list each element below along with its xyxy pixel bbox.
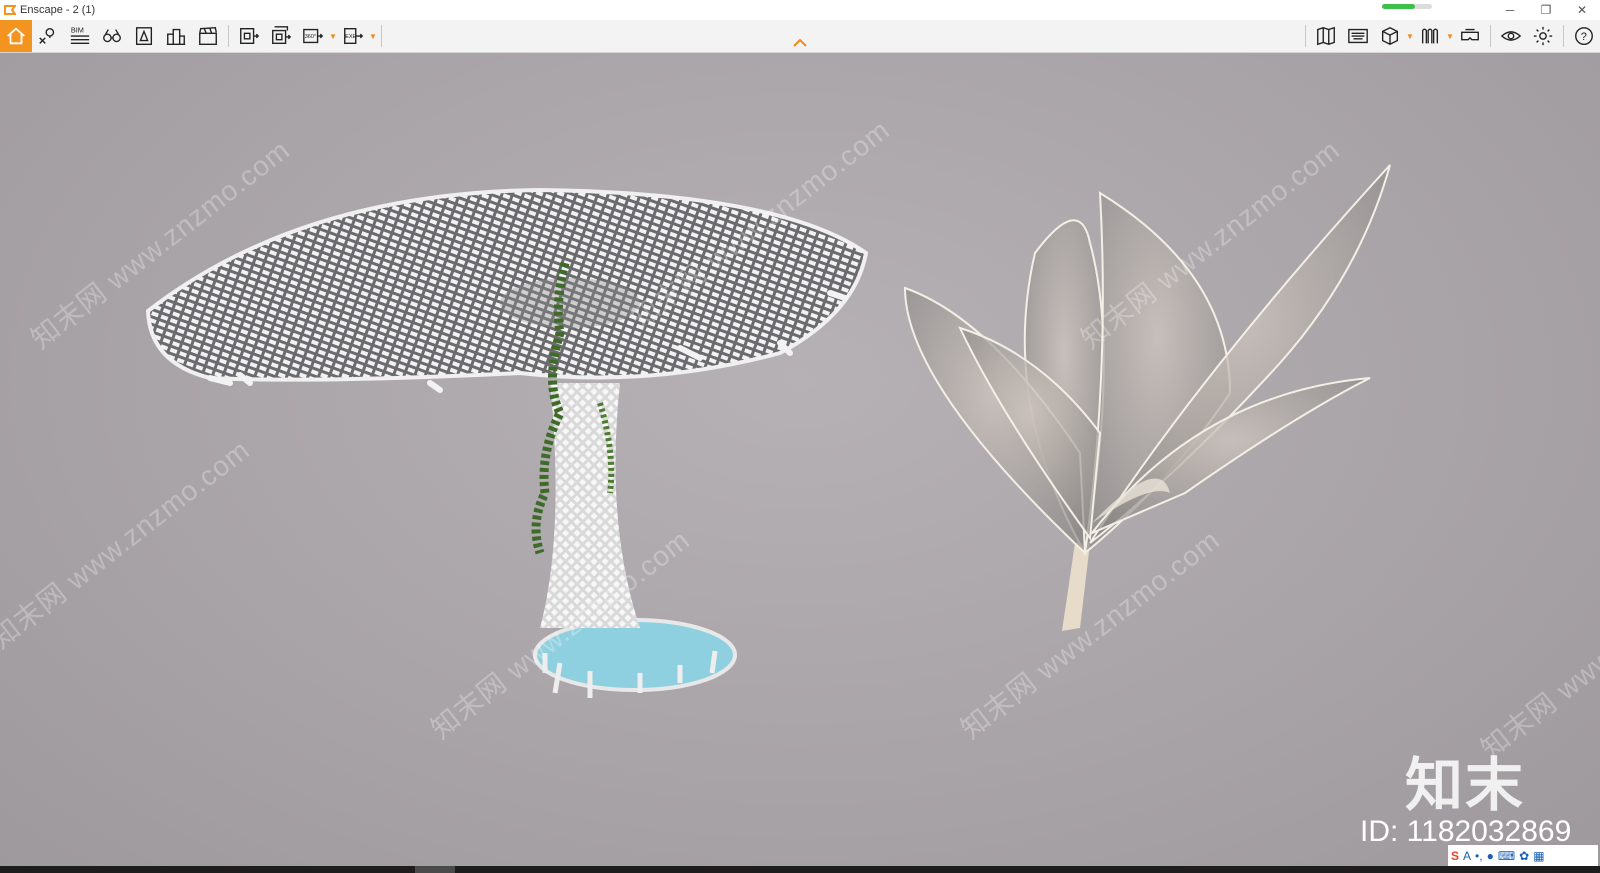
- home-icon: [7, 27, 25, 45]
- keyboard-icon[interactable]: ⌨: [1498, 849, 1515, 863]
- cube-dropdown-chevron-icon[interactable]: ▼: [1406, 20, 1414, 52]
- cube-icon: [1381, 26, 1399, 46]
- export-screenshot-button[interactable]: [233, 20, 265, 52]
- panorama-360-button[interactable]: 360°: [297, 20, 329, 52]
- ruler-dropdown-chevron-icon[interactable]: ▼: [1446, 20, 1454, 52]
- bim-button[interactable]: BIM: [64, 20, 96, 52]
- cube-button[interactable]: [1374, 20, 1406, 52]
- toolbar-separator: [228, 25, 229, 47]
- ruler-button[interactable]: [1414, 20, 1446, 52]
- export-exe-button[interactable]: EXE: [337, 20, 369, 52]
- mic-icon[interactable]: ●: [1487, 849, 1494, 863]
- keyboard-view-button[interactable]: [1342, 20, 1374, 52]
- navigation-icon: [135, 27, 153, 45]
- map-button[interactable]: [1310, 20, 1342, 52]
- grid-icon[interactable]: ▦: [1533, 849, 1544, 863]
- binoculars-button[interactable]: [96, 20, 128, 52]
- toolbar-separator: [1563, 25, 1564, 47]
- asset-id-label: ID: 1182032869: [1360, 815, 1572, 848]
- help-button[interactable]: ?: [1568, 20, 1600, 52]
- buildings-icon: [166, 28, 186, 45]
- enscape-logo-icon: [4, 5, 16, 15]
- collapse-toolbar-chevron-icon[interactable]: [792, 38, 808, 48]
- clapperboard-button[interactable]: [192, 20, 224, 52]
- render-viewport[interactable]: 知末网 www.znzmo.com 知末网 www.znzmo.com 知末网 …: [0, 53, 1600, 868]
- export-exe-icon: EXE: [344, 27, 364, 45]
- toolbar-separator: [381, 25, 382, 47]
- location-pin-button[interactable]: [32, 20, 64, 52]
- location-pin-icon: [39, 27, 55, 44]
- ime-mode-label[interactable]: A: [1463, 849, 1471, 863]
- canopy-structure: [145, 187, 869, 698]
- progress-fill: [1382, 4, 1415, 9]
- vr-headset-icon: [1461, 28, 1479, 41]
- toolbar-separator: [1490, 25, 1491, 47]
- panorama-dropdown-chevron-icon[interactable]: ▼: [329, 20, 337, 52]
- buildings-button[interactable]: [160, 20, 192, 52]
- clapperboard-icon: [199, 27, 217, 45]
- panorama-360-icon: 360°: [303, 28, 324, 44]
- title-bar: Enscape - 2 (1) ─ ❐ ✕: [0, 0, 1600, 20]
- taskbar-active-item[interactable]: [415, 866, 455, 873]
- panorama-360-label: 360°: [305, 34, 316, 40]
- window-title: Enscape - 2 (1): [20, 4, 96, 16]
- bim-label: BIM: [71, 25, 84, 34]
- ime-toolbar: S A •, ● ⌨ ✿ ▦: [1448, 845, 1598, 867]
- eye-button[interactable]: [1495, 20, 1527, 52]
- home-button[interactable]: [0, 20, 32, 52]
- gear-icon: [1533, 26, 1553, 46]
- toolbar-separator: [1305, 25, 1306, 47]
- batch-render-button[interactable]: [265, 20, 297, 52]
- brand-logo: 知末: [1405, 753, 1526, 818]
- ruler-icon: [1421, 28, 1439, 44]
- render-progress-bar: [1382, 4, 1432, 9]
- map-icon: [1317, 26, 1335, 46]
- binoculars-icon: [103, 29, 121, 43]
- ime-punctuation-label[interactable]: •,: [1475, 849, 1483, 863]
- export-exe-label: EXE: [345, 34, 356, 40]
- taskbar: [0, 866, 1600, 873]
- svg-text:?: ?: [1581, 31, 1587, 43]
- main-toolbar: BIM 360° ▼ EXE ▼ ▼ ▼ ?: [0, 20, 1600, 53]
- restore-icon[interactable]: ❐: [1528, 0, 1564, 20]
- vr-headset-button[interactable]: [1454, 20, 1486, 52]
- bim-icon: BIM: [70, 25, 90, 45]
- eye-icon: [1500, 31, 1522, 41]
- navigation-button[interactable]: [128, 20, 160, 52]
- settings-button[interactable]: [1527, 20, 1559, 52]
- close-icon[interactable]: ✕: [1564, 0, 1600, 20]
- help-icon: ?: [1575, 27, 1593, 45]
- skin-icon[interactable]: ✿: [1519, 849, 1529, 863]
- export-dropdown-chevron-icon[interactable]: ▼: [369, 20, 377, 52]
- batch-render-icon: [272, 26, 292, 45]
- export-screenshot-icon: [240, 27, 260, 45]
- keyboard-view-icon: [1348, 28, 1368, 44]
- ime-logo[interactable]: S: [1451, 849, 1459, 863]
- minimize-icon[interactable]: ─: [1492, 0, 1528, 20]
